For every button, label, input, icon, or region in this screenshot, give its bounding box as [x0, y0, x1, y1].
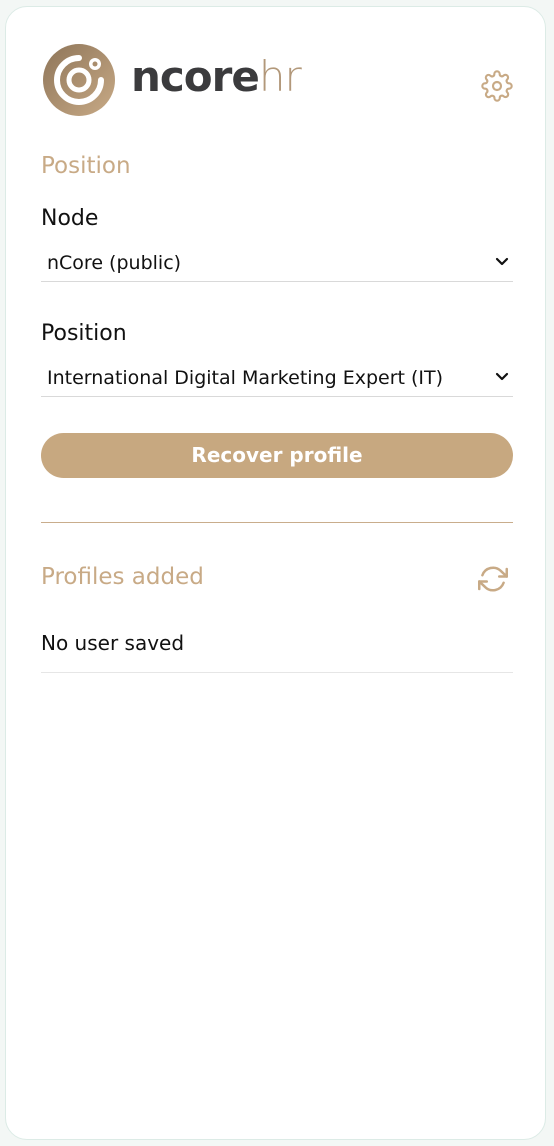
- logo-text-hr: hr: [258, 52, 302, 101]
- sidebar-panel: ncorehr Position Node nCore (public) Pos…: [5, 6, 546, 1140]
- divider: [41, 522, 513, 523]
- position-section-title: Position: [41, 153, 131, 179]
- gear-icon[interactable]: [481, 70, 513, 102]
- recover-profile-button[interactable]: Recover profile: [41, 433, 513, 478]
- empty-profiles-message: No user saved: [41, 627, 513, 673]
- node-label: Node: [41, 206, 99, 231]
- logo-text-ncore: ncore: [131, 52, 260, 101]
- header: ncorehr: [41, 42, 513, 122]
- node-select-value: nCore (public): [47, 252, 182, 274]
- chevron-down-icon: [495, 257, 509, 266]
- node-select[interactable]: nCore (public): [41, 246, 513, 282]
- empty-profiles-text: No user saved: [41, 631, 185, 655]
- refresh-icon[interactable]: [478, 564, 508, 594]
- position-select[interactable]: International Digital Marketing Expert (…: [41, 361, 513, 397]
- position-label: Position: [41, 321, 127, 346]
- profiles-section-title: Profiles added: [41, 564, 204, 590]
- position-select-value: International Digital Marketing Expert (…: [47, 367, 444, 389]
- chevron-down-icon: [495, 372, 509, 381]
- logo-wordmark: ncorehr: [131, 52, 302, 102]
- ncorehr-logo-icon: [43, 44, 115, 116]
